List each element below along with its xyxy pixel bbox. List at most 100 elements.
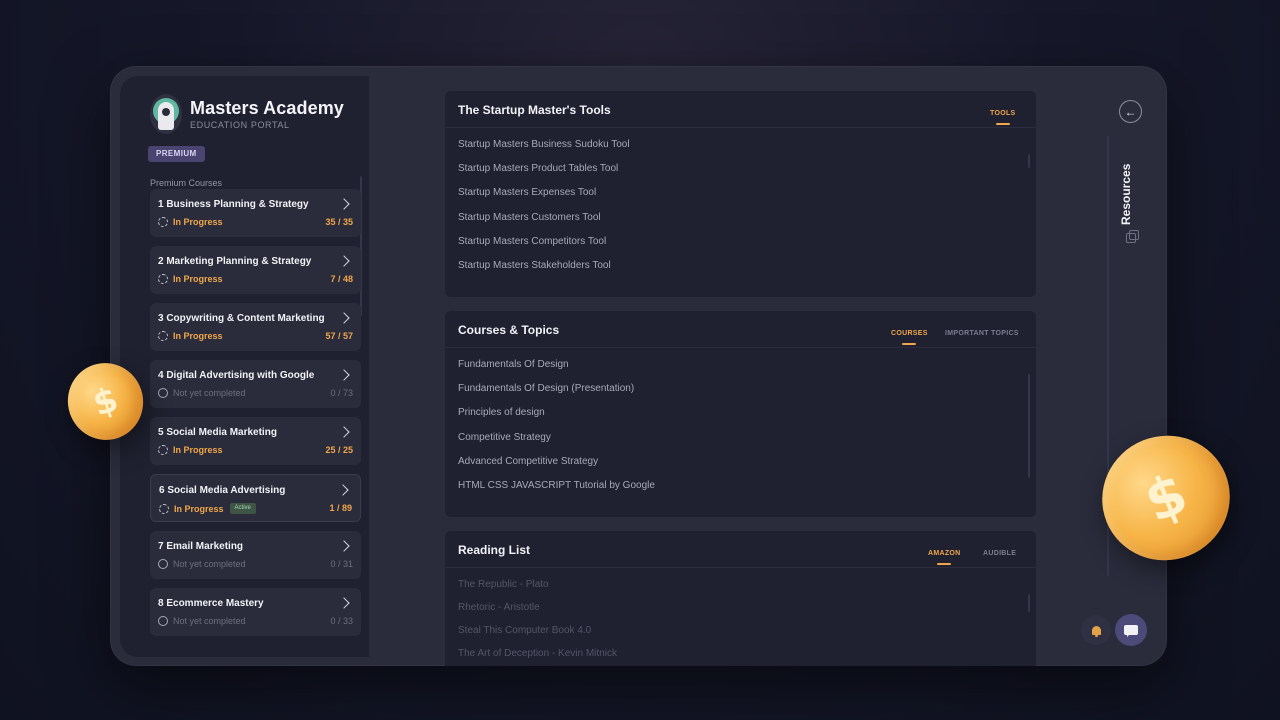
chat-button[interactable] [1115, 614, 1147, 646]
course-card[interactable]: 2 Marketing Planning & Strategy In Progr… [150, 246, 361, 294]
premium-badge: PREMIUM [148, 146, 205, 162]
copy-icon[interactable] [1126, 230, 1139, 243]
dollar-icon: $ [88, 378, 123, 425]
list-item[interactable]: Fundamentals Of Design [458, 358, 655, 382]
divider [445, 347, 1036, 348]
course-card[interactable]: 4 Digital Advertising with Google Not ye… [150, 360, 361, 408]
chevron-right-icon [338, 596, 352, 610]
resources-label[interactable]: Resources [1119, 162, 1143, 226]
list-item[interactable]: HTML CSS JAVASCRIPT Tutorial by Google [458, 479, 655, 503]
course-card[interactable]: 3 Copywriting & Content Marketing In Pro… [150, 303, 361, 351]
list-item[interactable]: Startup Masters Stakeholders Tool [458, 259, 630, 283]
list-item[interactable]: Startup Masters Competitors Tool [458, 235, 630, 259]
chevron-right-icon [338, 197, 352, 211]
wizard-logo-icon [150, 94, 182, 134]
chevron-right-icon [338, 254, 352, 268]
panel-title: The Startup Master's Tools [458, 103, 611, 117]
list-item[interactable]: Advanced Competitive Strategy [458, 455, 655, 479]
course-count: 0 / 33 [330, 616, 353, 626]
app-window: Masters Academy EDUCATION PORTAL PREMIUM… [110, 66, 1167, 666]
course-status: In Progress [173, 331, 223, 341]
tab-tools[interactable]: TOOLS [990, 110, 1015, 117]
list-item[interactable]: Startup Masters Customers Tool [458, 211, 630, 235]
list-item[interactable]: Startup Masters Product Tables Tool [458, 162, 630, 186]
course-card[interactable]: 7 Email Marketing Not yet completed 0 / … [150, 531, 361, 579]
panel-title: Reading List [458, 543, 531, 557]
sidebar: Masters Academy EDUCATION PORTAL PREMIUM… [120, 76, 369, 657]
course-status: Not yet completed [173, 559, 246, 569]
panel-scrollbar[interactable] [1028, 374, 1030, 478]
section-label: Premium Courses [150, 178, 223, 188]
reading-list: The Republic - Plato Rhetoric - Aristotl… [458, 578, 617, 666]
course-title: 4 Digital Advertising with Google [158, 370, 315, 381]
arrow-left-icon: ← [1124, 104, 1137, 119]
progress-icon [158, 217, 168, 227]
list-item[interactable]: Startup Masters Business Sudoku Tool [458, 138, 630, 162]
course-status: In Progress [173, 274, 223, 284]
empty-circle-icon [158, 559, 168, 569]
notifications-button[interactable] [1081, 615, 1111, 645]
list-item[interactable]: Steal This Computer Book 4.0 [458, 624, 617, 647]
course-count: 0 / 31 [330, 559, 353, 569]
course-card[interactable]: 8 Ecommerce Mastery Not yet completed 0 … [150, 588, 361, 636]
course-title: 5 Social Media Marketing [158, 427, 277, 438]
tab-audible[interactable]: AUDIBLE [983, 550, 1016, 557]
empty-circle-icon [158, 388, 168, 398]
app-title: Masters Academy [190, 98, 344, 118]
course-title: 6 Social Media Advertising [159, 485, 286, 496]
course-title: 2 Marketing Planning & Strategy [158, 256, 312, 267]
divider [445, 127, 1036, 128]
list-item[interactable]: Fundamentals Of Design (Presentation) [458, 382, 655, 406]
reading-panel: Reading List AMAZON AUDIBLE The Republic… [445, 531, 1036, 666]
course-count: 35 / 35 [325, 217, 353, 227]
brand[interactable]: Masters Academy EDUCATION PORTAL [150, 94, 344, 134]
progress-icon [158, 274, 168, 284]
tab-courses[interactable]: COURSES [891, 330, 928, 337]
course-status: In Progress [173, 217, 223, 227]
chevron-right-icon [338, 311, 352, 325]
tools-list: Startup Masters Business Sudoku Tool Sta… [458, 138, 630, 283]
course-status: In Progress [174, 503, 224, 514]
dollar-icon: $ [1135, 460, 1197, 536]
course-count: 25 / 25 [325, 445, 353, 455]
resources-rail: ← Resources [1081, 66, 1167, 666]
list-item[interactable]: The Republic - Plato [458, 578, 617, 601]
course-card[interactable]: 5 Social Media Marketing In Progress 25 … [150, 417, 361, 465]
chevron-right-icon [338, 539, 352, 553]
list-item[interactable]: The Art of Deception - Kevin Mitnick [458, 647, 617, 666]
course-status: Not yet completed [173, 616, 246, 626]
course-status: In Progress [173, 445, 223, 455]
course-card-active[interactable]: 6 Social Media Advertising In Progress Ac… [150, 474, 361, 522]
app-subtitle: EDUCATION PORTAL [190, 120, 290, 130]
course-count: 57 / 57 [325, 331, 353, 341]
course-status: Not yet completed [173, 388, 246, 398]
progress-icon [158, 445, 168, 455]
course-title: 1 Business Planning & Strategy [158, 199, 309, 210]
courses-panel: Courses & Topics COURSES IMPORTANT TOPIC… [445, 311, 1036, 517]
progress-icon [159, 503, 169, 514]
back-button[interactable]: ← [1119, 100, 1142, 123]
course-title: 8 Ecommerce Mastery [158, 598, 264, 609]
list-item[interactable]: Startup Masters Expenses Tool [458, 186, 630, 210]
bell-icon [1091, 625, 1101, 637]
list-item[interactable]: Principles of design [458, 406, 655, 430]
tools-panel: The Startup Master's Tools TOOLS Startup… [445, 91, 1036, 297]
panel-scrollbar[interactable] [1028, 594, 1030, 612]
course-title: 3 Copywriting & Content Marketing [158, 313, 325, 324]
chevron-right-icon [338, 368, 352, 382]
empty-circle-icon [158, 616, 168, 626]
tab-amazon[interactable]: AMAZON [928, 550, 961, 557]
course-count: 7 / 48 [330, 274, 353, 284]
course-count: 0 / 73 [330, 388, 353, 398]
panel-title: Courses & Topics [458, 323, 560, 337]
progress-icon [158, 331, 168, 341]
course-card[interactable]: 1 Business Planning & Strategy In Progre… [150, 189, 361, 237]
list-item[interactable]: Competitive Strategy [458, 431, 655, 455]
list-item[interactable]: Rhetoric - Aristotle [458, 601, 617, 624]
course-title: 7 Email Marketing [158, 541, 244, 552]
courses-list: Fundamentals Of Design Fundamentals Of D… [458, 358, 655, 503]
panel-scrollbar[interactable] [1028, 154, 1030, 168]
divider [445, 567, 1036, 568]
tab-important-topics[interactable]: IMPORTANT TOPICS [945, 330, 1019, 337]
chat-icon [1124, 625, 1138, 637]
